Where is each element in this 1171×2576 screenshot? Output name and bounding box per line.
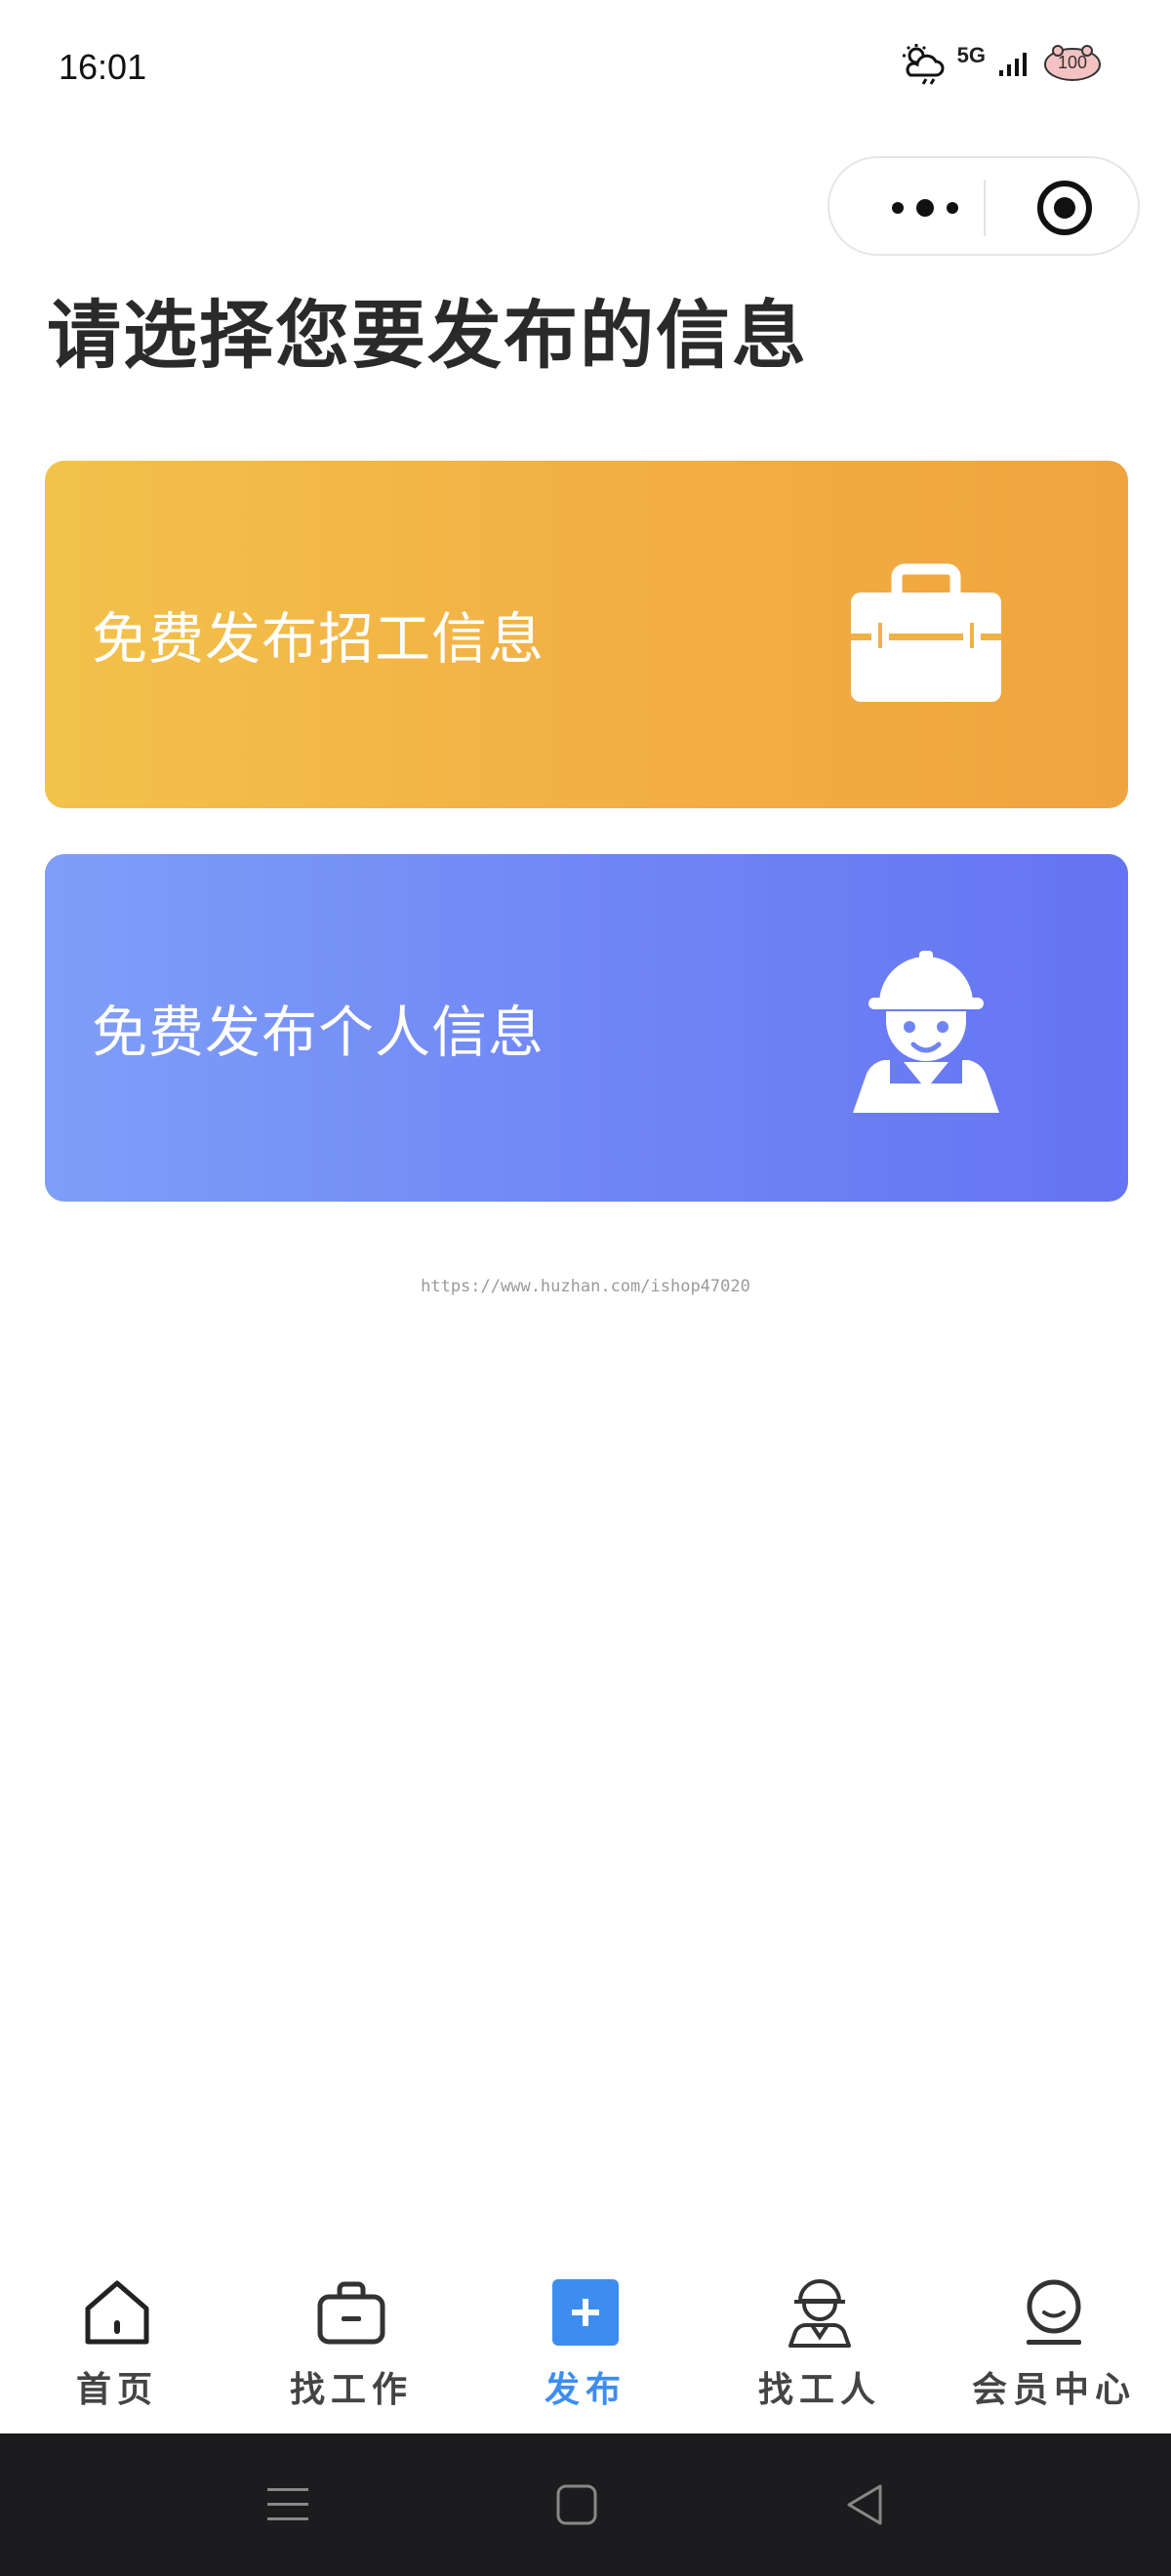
network-label: 5G (956, 43, 986, 67)
tab-find-job[interactable]: 找工作 (234, 2248, 468, 2433)
tab-home[interactable]: 首页 (0, 2248, 234, 2433)
tab-label: 会员中心 (971, 2369, 1136, 2410)
tab-bar: 首页 找工作 发布 找工人 会员中心 (0, 2248, 1171, 2433)
worker-icon (853, 951, 999, 1113)
status-bar: 16:01 5G 100 (0, 0, 1171, 137)
tab-find-worker[interactable]: 找工人 (703, 2248, 937, 2433)
miniprogram-capsule (828, 156, 1140, 256)
battery-level: 100 (1057, 53, 1088, 72)
system-navigation-bar (0, 2433, 1171, 2576)
member-icon (1027, 2279, 1081, 2345)
card-label: 免费发布招工信息 (92, 607, 545, 672)
publish-personal-card[interactable]: 免费发布个人信息 (45, 854, 1128, 1202)
publish-recruit-card[interactable]: 免费发布招工信息 (45, 461, 1128, 808)
home-square-icon[interactable] (552, 2480, 601, 2529)
back-triangle-icon[interactable] (841, 2480, 890, 2529)
close-target-icon[interactable] (1034, 178, 1095, 238)
tab-publish[interactable]: 发布 (468, 2248, 703, 2433)
card-label: 免费发布个人信息 (92, 1001, 545, 1065)
tab-label: 找工作 (289, 2369, 413, 2410)
tab-label: 发布 (544, 2369, 626, 2410)
tab-member-center[interactable]: 会员中心 (937, 2248, 1171, 2433)
page-title: 请选择您要发布的信息 (47, 292, 808, 379)
tab-label: 首页 (75, 2369, 158, 2410)
status-time: 16:01 (59, 47, 147, 87)
home-icon (85, 2280, 149, 2345)
status-icons: 5G 100 (901, 39, 1103, 88)
toolbox-icon (851, 563, 1001, 702)
weather-icon (902, 44, 945, 85)
signal-icon (999, 53, 1027, 76)
worker-icon (788, 2279, 851, 2348)
plus-icon (552, 2279, 619, 2346)
briefcase-icon (317, 2281, 385, 2345)
tab-label: 找工人 (757, 2369, 881, 2410)
battery-icon: 100 (1042, 44, 1103, 83)
more-icon[interactable] (886, 193, 1003, 223)
menu-icon[interactable] (263, 2480, 312, 2529)
capsule-divider (984, 180, 986, 236)
watermark-url: https://www.huzhan.com/ishop47020 (421, 1277, 750, 1296)
